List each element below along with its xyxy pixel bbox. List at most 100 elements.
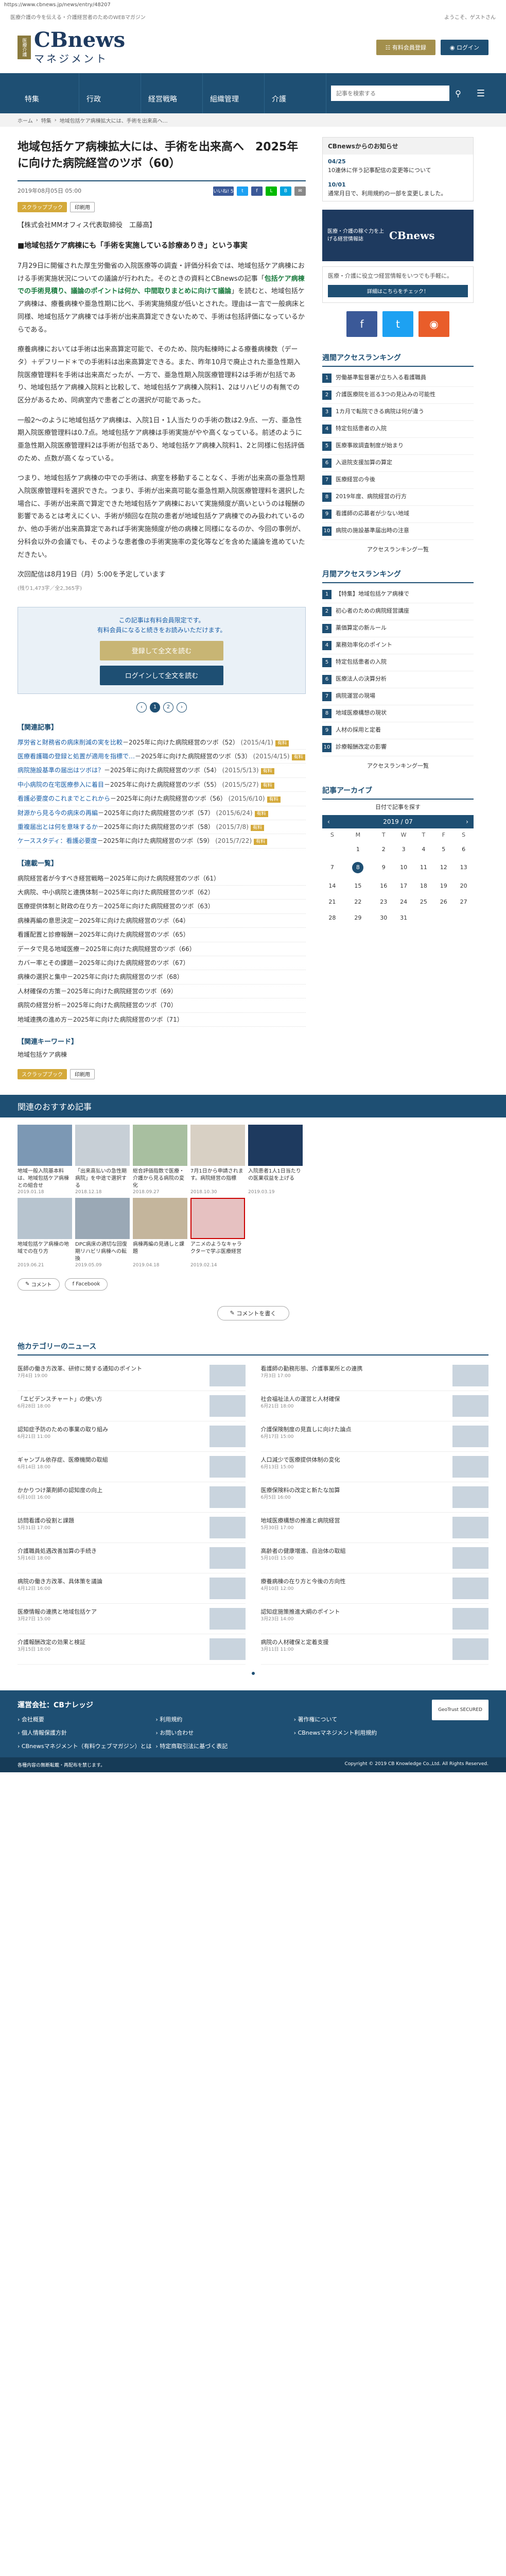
rank-item[interactable]: 9 看護師の応募者が少ない地域 <box>322 506 474 523</box>
ranking-more-link[interactable]: アクセスランキング一覧 <box>322 761 474 770</box>
list-item[interactable]: 医療情報の連携と地域包括ケア 3月27日 15:00 <box>18 1604 246 1634</box>
list-item[interactable]: 医療保険料の改定と新たな加算 6月5日 16:00 <box>260 1482 488 1513</box>
nav-item-care[interactable]: 介護 <box>265 73 326 113</box>
list-item[interactable]: 中小病院の在宅医療参入に着目－2025年に向けた病院経営のツボ（55） (201… <box>18 778 306 792</box>
list-item[interactable]: 財源から見る今の病床の再編－2025年に向けた病院経営のツボ（57） (2015… <box>18 806 306 820</box>
list-item[interactable]: 認知症施策推進大綱のポイント 3月23日 14:00 <box>260 1604 488 1634</box>
list-item[interactable]: 病院の経営分析－2025年に向けた病院経営のツボ（70） <box>18 998 306 1013</box>
recommended-card[interactable]: 総合評価指数で医療・介護から見る病院の変化 2018.09.27 <box>133 1124 187 1195</box>
footer-link[interactable]: 会社概要 <box>18 1715 155 1723</box>
hatena-icon[interactable]: B <box>280 186 291 196</box>
list-item[interactable]: 看護必要度のこれまでとこれから－2025年に向けた病院経営のツボ（56） (20… <box>18 792 306 806</box>
register-read-button[interactable]: 登録して全文を読む <box>100 640 223 660</box>
rank-item[interactable]: 6 入退院支援加算の算定 <box>322 455 474 472</box>
facebook-icon[interactable]: f <box>251 186 263 196</box>
list-item[interactable]: データで見る地域医療－2025年に向けた病院経営のツボ（66） <box>18 942 306 957</box>
rank-item[interactable]: 2 介護医療院を巡る3つの見込みの可能性 <box>322 387 474 404</box>
list-item[interactable]: 病棟の選択と集中－2025年に向けた病院経営のツボ（68） <box>18 970 306 985</box>
rank-item[interactable]: 4 特定包括患者の入院 <box>322 421 474 438</box>
login-button[interactable]: ◉ ログイン <box>440 40 488 55</box>
menu-icon[interactable]: ☰ <box>473 86 488 101</box>
footer-link[interactable]: お問い合わせ <box>155 1728 293 1737</box>
footer-link[interactable]: CBnewsマネジメント利用規約 <box>294 1728 432 1737</box>
footer-link[interactable]: 著作権について <box>294 1715 432 1723</box>
rank-item[interactable]: 3 薬価算定の新ルール <box>322 620 474 637</box>
list-item[interactable]: 介護保険制度の見直しに向けた論点 6月17日 15:00 <box>260 1421 488 1452</box>
nav-item-gov[interactable]: 行政 <box>79 73 141 113</box>
recommended-card[interactable]: 病棟再編の見通しと課題 2019.04.18 <box>133 1197 187 1268</box>
list-item[interactable]: 人口減少で医療提供体制の変化 6月13日 15:00 <box>260 1452 488 1482</box>
facebook-icon[interactable]: f <box>346 311 377 337</box>
list-item[interactable]: 人材確保の方策－2025年に向けた病院経営のツボ（69） <box>18 985 306 999</box>
list-item[interactable]: 療養病棟の在り方と今後の方向性 4月10日 12:00 <box>260 1573 488 1604</box>
recommended-card[interactable]: アニメのようなキャラクターで学ぶ医療経営 2019.02.14 <box>190 1197 245 1268</box>
rank-item[interactable]: 7 病院運営の現場 <box>322 688 474 705</box>
list-item[interactable]: 病院の人材確保と定着支援 3月11日 11:00 <box>260 1634 488 1665</box>
rank-item[interactable]: 8 2019年度、病院経営の行方 <box>322 489 474 506</box>
calendar-selected-day[interactable]: 8 <box>342 857 374 878</box>
print-button[interactable]: 印刷用 <box>70 201 95 212</box>
search-input[interactable] <box>331 86 449 101</box>
rank-item[interactable]: 1 【特集】地域包括ケア病棟で <box>322 586 474 603</box>
list-item[interactable]: 看護師の勤務形態、介護事業所との連携 7月3日 17:00 <box>260 1361 488 1391</box>
rank-item[interactable]: 2 初心者のための病院経営講座 <box>322 603 474 620</box>
list-item[interactable]: 訪問看護の役割と課題 5月31日 17:00 <box>18 1513 246 1543</box>
promo-button[interactable]: 詳細はこちらをチェック！ <box>328 284 468 297</box>
comment-tab[interactable]: ✎ コメント <box>18 1278 60 1291</box>
twitter-icon[interactable]: t <box>237 186 248 196</box>
page-1[interactable]: 1 <box>150 702 160 713</box>
list-item[interactable]: 看護配置と診療報酬－2025年に向けた病院経営のツボ（65） <box>18 928 306 942</box>
list-item[interactable]: 病棟再編の意思決定－2025年に向けた病院経営のツボ（64） <box>18 914 306 928</box>
rank-item[interactable]: 5 医療事故調査制度が始まり <box>322 438 474 455</box>
nav-item-feature[interactable]: 特集 <box>18 73 79 113</box>
page-next[interactable]: › <box>177 702 187 713</box>
footer-link[interactable]: 特定商取引法に基づく表記 <box>155 1742 293 1750</box>
register-button[interactable]: ☷ 有料会員登録 <box>376 40 435 55</box>
like-button[interactable]: いいね! 5 <box>213 186 234 196</box>
nav-item-strategy[interactable]: 経営戦略 <box>141 73 203 113</box>
recommended-card[interactable]: 地域一般入院基本料は、地域包括ケア病棟との組合せ 2019.01.18 <box>18 1124 72 1195</box>
recommended-card[interactable]: 「出来高払いの急性期病院」を中途で選択する 2018.12.18 <box>75 1124 130 1195</box>
notice-item[interactable]: 04/25 10連休に伴う記事配信の変更等について <box>323 155 473 178</box>
keyword-link[interactable]: 地域包括ケア病棟 <box>18 1050 306 1059</box>
carousel-dot[interactable] <box>251 1671 255 1675</box>
rank-item[interactable]: 1 労働基準監督署が立ち入る看護職員 <box>322 370 474 387</box>
list-item[interactable]: カバー率とその課題－2025年に向けた病院経営のツボ（67） <box>18 956 306 971</box>
calendar-next-icon[interactable]: › <box>466 818 468 825</box>
write-comment-button[interactable]: ✎ コメントを書く <box>217 1306 289 1320</box>
footer-link[interactable]: 個人情報保護方針 <box>18 1728 155 1737</box>
rank-item[interactable]: 9 人材の採用と定着 <box>322 722 474 739</box>
recommended-card[interactable]: 7月1日から申請されます。病院経営の指標 2018.10.30 <box>190 1124 245 1195</box>
scrapbook-button[interactable]: スクラップブック <box>18 1069 67 1079</box>
breadcrumb-home[interactable]: ホーム <box>18 116 33 124</box>
recommended-card[interactable]: 入院患者1人1日当たりの医業収益を上げる 2019.03.19 <box>248 1124 303 1195</box>
calendar-prev-icon[interactable]: ‹ <box>327 818 330 825</box>
recommended-card[interactable]: DPC病床の適切な回復期リハビリ病棟への転換 2019.05.09 <box>75 1197 130 1268</box>
list-item[interactable]: ケーススタディ：看護必要度－2025年に向けた病院経営のツボ（59） (2015… <box>18 834 306 849</box>
geotrust-badge[interactable]: GeoTrust SECURED <box>432 1699 488 1720</box>
list-item[interactable]: かかりつけ薬剤師の認知度の向上 6月10日 16:00 <box>18 1482 246 1513</box>
rank-item[interactable]: 7 医療経営の今後 <box>322 472 474 489</box>
rank-item[interactable]: 3 1カ月で転院できる病院は何が違う <box>322 404 474 421</box>
list-item[interactable]: 重複届出とは何を意味するか－2025年に向けた病院経営のツボ（58） (2015… <box>18 820 306 835</box>
page-2[interactable]: 2 <box>163 702 173 713</box>
rank-item[interactable]: 4 業務効率化のポイント <box>322 637 474 654</box>
scrapbook-button[interactable]: スクラップブック <box>18 201 67 212</box>
nav-item-org[interactable]: 組織管理 <box>203 73 265 113</box>
line-icon[interactable]: L <box>266 186 277 196</box>
list-item[interactable]: 厚労省と財務省の病床削減の実を比較－2025年に向けた病院経営のツボ（52） (… <box>18 736 306 750</box>
list-item[interactable]: ギャンブル依存症、医療機関の取組 6月14日 18:00 <box>18 1452 246 1482</box>
login-read-button[interactable]: ログインして全文を読む <box>100 665 223 685</box>
rank-item[interactable]: 5 特定包括患者の入院 <box>322 654 474 671</box>
list-item[interactable]: 病院経営者が今すべき経営戦略－2025年に向けた病院経営のツボ（61） <box>18 872 306 886</box>
facebook-tab[interactable]: f Facebook <box>64 1278 108 1291</box>
print-button[interactable]: 印刷用 <box>70 1069 95 1079</box>
list-item[interactable]: 医療提供体制と財政の在り方－2025年に向けた病院経営のツボ（63） <box>18 900 306 914</box>
page-prev[interactable]: ‹ <box>136 702 147 713</box>
rank-item[interactable]: 10 診療報酬改定の影響 <box>322 739 474 756</box>
list-item[interactable]: 地域連携の進め方－2025年に向けた病院経営のツボ（71） <box>18 1013 306 1027</box>
footer-link[interactable]: 利用規約 <box>155 1715 293 1723</box>
list-item[interactable]: 医療看護職の登録と処置が適用を指標で…－2025年に向けた病院経営のツボ（53）… <box>18 750 306 764</box>
address-bar[interactable]: https://www.cbnews.jp/news/entry/48207 <box>0 0 506 11</box>
breadcrumb-feature[interactable]: 特集 <box>41 116 51 124</box>
